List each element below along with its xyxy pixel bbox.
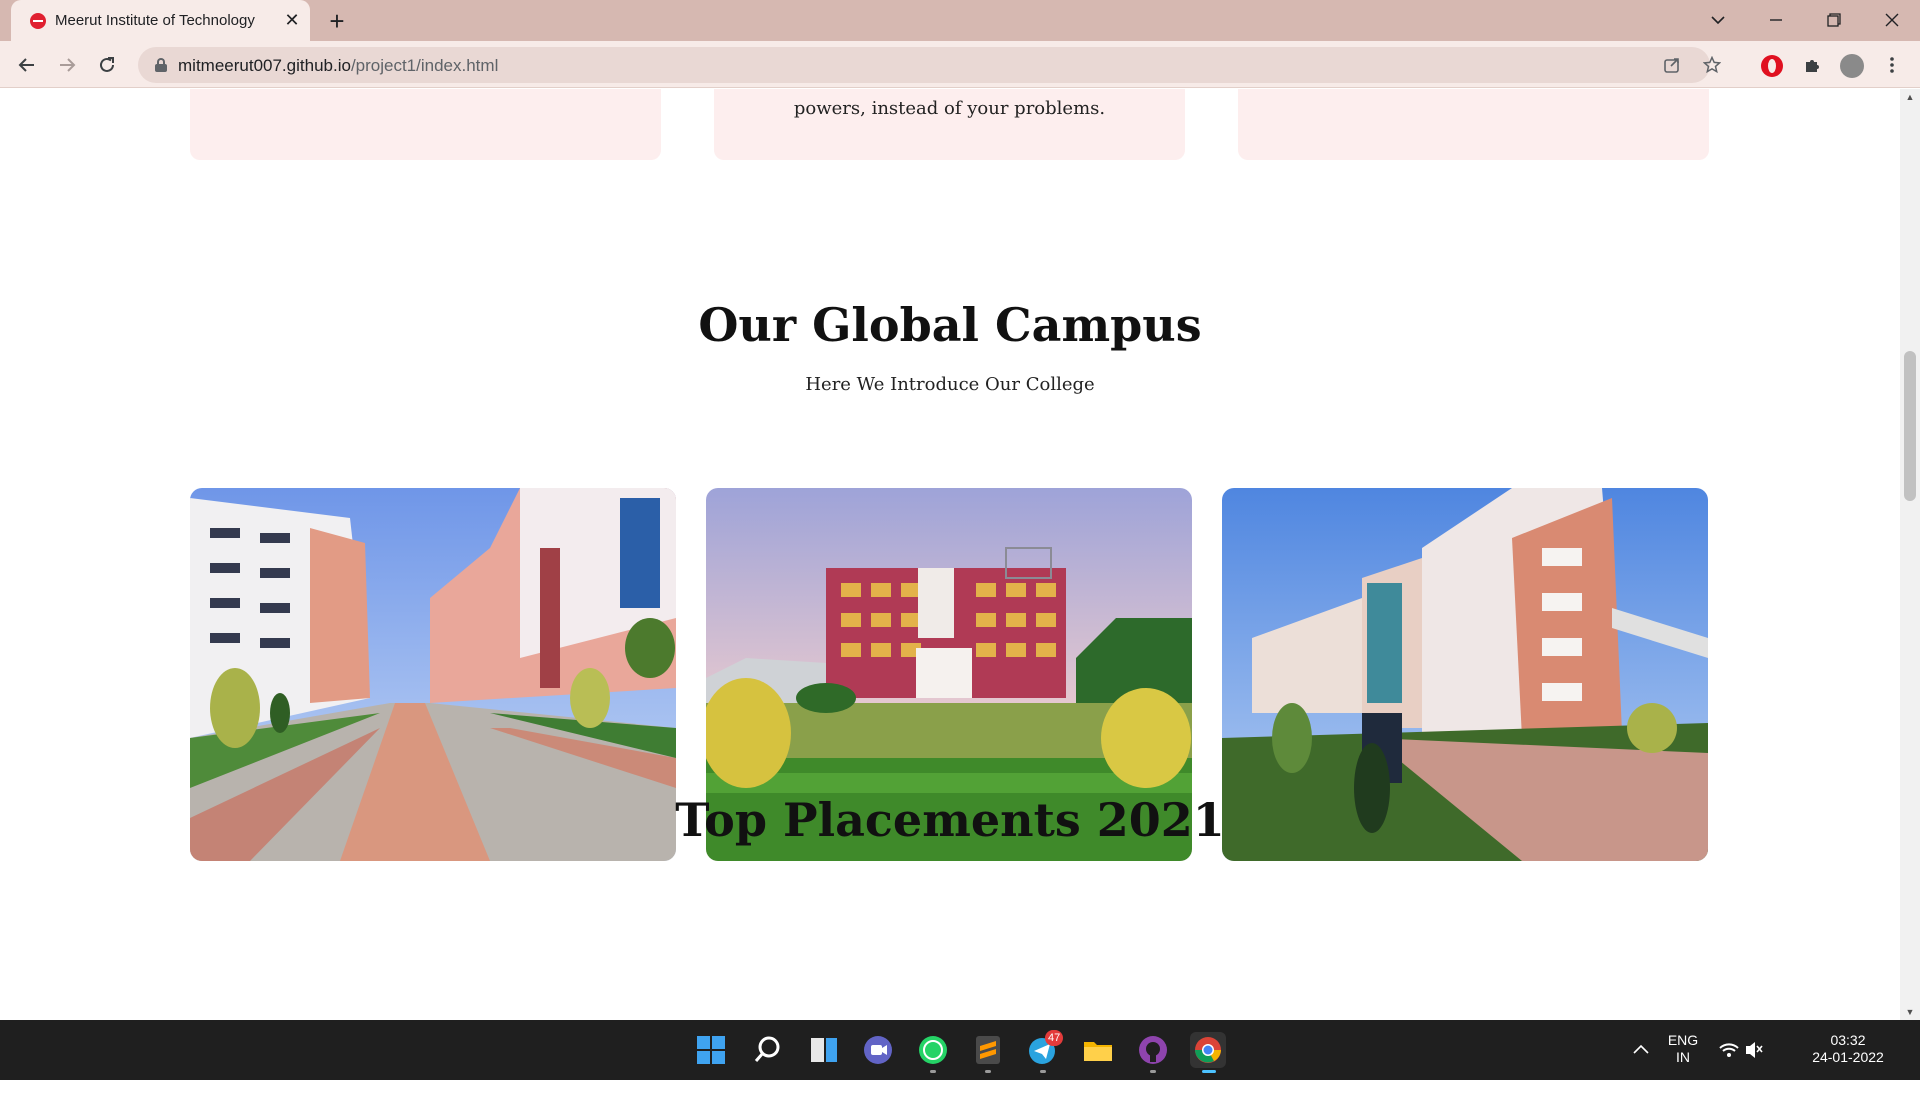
telegram-running-indicator (1040, 1070, 1046, 1073)
forward-button[interactable] (51, 49, 83, 81)
restore-icon (1827, 13, 1841, 27)
restore-button[interactable] (1806, 0, 1862, 41)
volume-muted-icon (1746, 1042, 1764, 1058)
sublime-text-icon (976, 1036, 1000, 1064)
show-hidden-icons-button[interactable] (1629, 1032, 1653, 1068)
info-card-3 (1238, 89, 1709, 160)
scroll-down-arrow-icon[interactable]: ▼ (1900, 1004, 1920, 1020)
folder-icon (1084, 1042, 1112, 1061)
star-icon (1702, 55, 1722, 74)
url-path: /project1/index.html (350, 56, 499, 75)
file-explorer-button[interactable] (1080, 1032, 1116, 1068)
browser-menu-button[interactable] (1878, 51, 1906, 79)
share-icon (1664, 58, 1679, 73)
task-view-icon (811, 1038, 837, 1062)
clock[interactable]: 03:32 24-01-2022 (1808, 1032, 1888, 1066)
chat-icon (864, 1036, 892, 1064)
whatsapp-running-indicator (930, 1070, 936, 1073)
share-button[interactable] (1660, 53, 1684, 77)
sublime-text-button[interactable] (970, 1032, 1006, 1068)
search-button[interactable] (750, 1032, 786, 1068)
github-running-indicator (1150, 1070, 1156, 1073)
sublime-running-indicator (985, 1070, 991, 1073)
tab-title: Meerut Institute of Technology (55, 12, 255, 29)
info-card-1 (190, 89, 661, 160)
menu-icon (1890, 57, 1894, 73)
language-code: ENG (1667, 1032, 1699, 1048)
placements-section-title: Top Placements 2021 (675, 793, 1225, 847)
github-icon (1139, 1036, 1167, 1064)
browser-toolbar: mitmeerut007.github.io/project1/index.ht… (0, 41, 1920, 88)
browser-tab[interactable]: Meerut Institute of Technology ✕ (11, 0, 310, 41)
address-bar[interactable]: mitmeerut007.github.io/project1/index.ht… (138, 47, 1722, 83)
back-icon (18, 58, 34, 72)
clock-date: 24-01-2022 (1812, 1049, 1884, 1065)
clock-time: 03:32 (1830, 1032, 1866, 1048)
puzzle-icon (1806, 60, 1819, 72)
close-icon (1885, 13, 1899, 27)
chevron-up-icon (1633, 1044, 1649, 1054)
card-text: powers, instead of your problems. (793, 98, 1106, 119)
page-scrollbar[interactable]: ▲ ▼ (1900, 89, 1920, 1020)
campus-section-title: Our Global Campus (698, 298, 1202, 352)
reload-button[interactable] (91, 49, 123, 81)
battery-icon (1719, 1084, 1736, 1096)
windows-logo-icon (697, 1036, 725, 1064)
forward-icon (60, 58, 76, 72)
opera-extension-icon[interactable] (1761, 55, 1783, 77)
github-desktop-button[interactable] (1135, 1032, 1171, 1068)
whatsapp-button[interactable] (915, 1032, 951, 1068)
chrome-button[interactable] (1190, 1032, 1226, 1068)
quick-settings-button[interactable] (1718, 1032, 1788, 1096)
reload-icon (100, 57, 114, 72)
url-text[interactable]: mitmeerut007.github.io/project1/index.ht… (178, 56, 498, 76)
new-tab-button[interactable]: + (322, 6, 352, 36)
extensions-button[interactable] (1799, 51, 1827, 79)
close-window-button[interactable] (1864, 0, 1920, 41)
profile-avatar[interactable] (1840, 54, 1864, 78)
tab-strip: Meerut Institute of Technology ✕ + (0, 0, 1920, 41)
task-view-button[interactable] (806, 1032, 842, 1068)
info-card-2: powers, instead of your problems. (714, 89, 1185, 160)
telegram-badge: 47 (1045, 1030, 1064, 1046)
campus-section-subtitle: Here We Introduce Our College (805, 374, 1095, 395)
back-button[interactable] (11, 49, 43, 81)
scroll-thumb[interactable] (1904, 351, 1916, 501)
wifi-icon (1719, 1043, 1739, 1057)
whatsapp-icon (919, 1036, 947, 1064)
minimize-icon (1770, 19, 1782, 21)
scroll-up-arrow-icon[interactable]: ▲ (1900, 89, 1920, 105)
teams-chat-button[interactable] (860, 1032, 896, 1068)
language-region: IN (1676, 1049, 1690, 1065)
bookmark-button[interactable] (1700, 53, 1724, 77)
search-icon (754, 1036, 780, 1062)
windows-taskbar: 47 ENG IN 03:32 24-01-2022 (0, 1020, 1920, 1096)
tab-search-button[interactable] (1690, 0, 1746, 41)
chrome-icon (1195, 1037, 1221, 1063)
telegram-button[interactable]: 47 (1025, 1030, 1064, 1068)
favicon-icon (30, 13, 46, 29)
chrome-active-indicator (1202, 1070, 1216, 1073)
input-language-indicator[interactable]: ENG IN (1663, 1032, 1703, 1066)
minimize-button[interactable] (1748, 0, 1804, 41)
start-button[interactable] (693, 1032, 729, 1068)
tab-close-button[interactable]: ✕ (281, 9, 303, 31)
page-viewport: powers, instead of your problems. Our Gl… (0, 89, 1900, 1020)
lock-icon[interactable] (155, 58, 167, 72)
url-host: mitmeerut007.github.io (178, 56, 351, 75)
chevron-down-icon (1711, 16, 1725, 25)
